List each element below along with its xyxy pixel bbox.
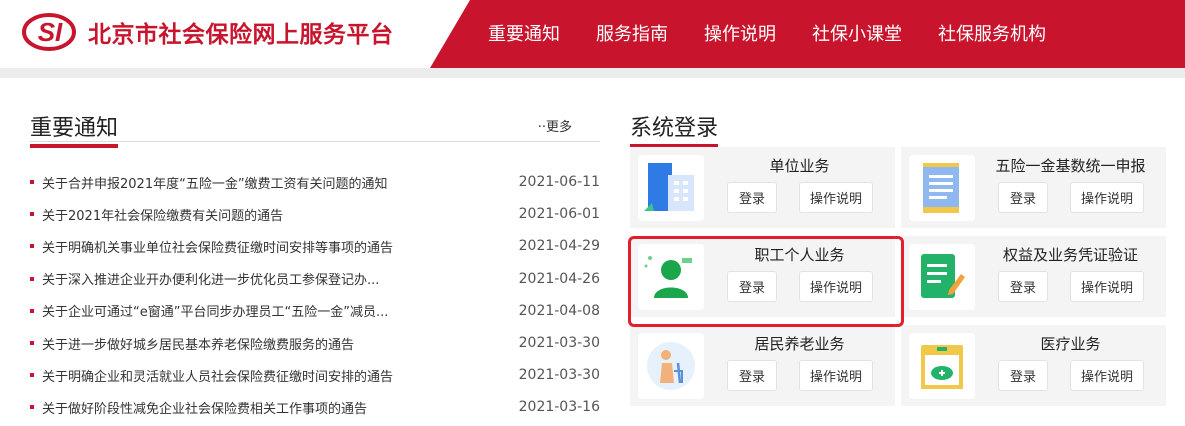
elderly-icon <box>638 333 704 399</box>
login-button[interactable]: 登录 <box>727 182 777 213</box>
bullet-icon <box>30 373 34 378</box>
medical-icon <box>909 333 975 399</box>
operation-guide-button[interactable]: 操作说明 <box>1070 271 1144 302</box>
card-medical-business: 医疗业务 登录 操作说明 <box>901 325 1166 406</box>
card-unit-business: 单位业务 登录 操作说明 <box>630 147 895 228</box>
notice-title[interactable]: 关于进一步做好城乡居民基本养老保险缴费服务的通告 <box>42 334 482 353</box>
bullet-icon <box>30 180 34 185</box>
bullet-icon <box>30 244 34 249</box>
main-nav: 重要通知 服务指南 操作说明 社保小课堂 社保服务机构 <box>488 20 1082 46</box>
notice-date: 2021-04-08 <box>518 302 600 319</box>
nav-service-agencies[interactable]: 社保服务机构 <box>938 20 1046 46</box>
nav-operation-guide[interactable]: 操作说明 <box>704 20 776 46</box>
bullet-icon <box>30 405 34 410</box>
nav-important-notices[interactable]: 重要通知 <box>488 20 560 46</box>
verify-icon <box>909 244 975 310</box>
notice-item[interactable]: 关于明确机关事业单位社会保险费征缴时间安排等事项的通告 2021-04-29 <box>30 230 600 262</box>
login-panel: 系统登录 单位业务 登录 操作说明 五险一金基数统一申报 登录 操作说明 职工个… <box>630 110 1170 406</box>
notice-item[interactable]: 关于合并申报2021年度“五险一金”缴费工资有关问题的通知 2021-06-11 <box>30 166 600 198</box>
card-title: 权益及业务凭证验证 <box>1002 246 1138 264</box>
card-title: 医疗业务 <box>1040 335 1101 353</box>
notice-list: 关于合并申报2021年度“五险一金”缴费工资有关问题的通知 2021-06-11 … <box>30 166 600 424</box>
notice-item[interactable]: 关于企业可通过“e窗通”平台同步办理员工“五险一金”减员... 2021-04-0… <box>30 295 600 327</box>
notice-item[interactable]: 关于进一步做好城乡居民基本养老保险缴费服务的通告 2021-03-30 <box>30 327 600 359</box>
notice-title[interactable]: 关于企业可通过“e窗通”平台同步办理员工“五险一金”减员... <box>42 301 482 320</box>
operation-guide-button[interactable]: 操作说明 <box>1070 182 1144 213</box>
notice-date: 2021-04-29 <box>518 238 600 255</box>
notice-date: 2021-04-26 <box>518 270 600 287</box>
card-certificate-verification: 权益及业务凭证验证 登录 操作说明 <box>901 236 1166 317</box>
card-unified-declaration: 五险一金基数统一申报 登录 操作说明 <box>901 147 1166 228</box>
site-title: 北京市社会保险网上服务平台 <box>88 22 394 48</box>
login-button[interactable]: 登录 <box>727 271 777 302</box>
notice-title[interactable]: 关于2021年社会保险缴费有关问题的通告 <box>42 205 482 224</box>
bullet-icon <box>30 276 34 281</box>
notice-item[interactable]: 关于深入推进企业开办便利化进一步优化员工参保登记办... 2021-04-26 <box>30 263 600 295</box>
login-button[interactable]: 登录 <box>998 360 1048 391</box>
svg-text:SI: SI <box>38 17 63 47</box>
nav-social-insurance-class[interactable]: 社保小课堂 <box>812 20 902 46</box>
login-title: 系统登录 <box>630 110 719 148</box>
notice-title[interactable]: 关于明确机关事业单位社会保险费征缴时间安排等事项的通告 <box>42 237 482 256</box>
operation-guide-button[interactable]: 操作说明 <box>1070 360 1144 391</box>
notice-date: 2021-03-30 <box>518 367 600 384</box>
document-icon <box>909 155 975 221</box>
card-title: 五险一金基数统一申报 <box>995 157 1146 175</box>
person-icon <box>638 244 704 310</box>
notice-date: 2021-03-16 <box>518 399 600 416</box>
notice-item[interactable]: 关于明确企业和灵活就业人员社会保险费征缴时间安排的通告 2021-03-30 <box>30 359 600 391</box>
notices-divider <box>30 141 600 142</box>
notice-title[interactable]: 关于深入推进企业开办便利化进一步优化员工参保登记办... <box>42 269 482 288</box>
card-title: 居民养老业务 <box>754 335 845 353</box>
notice-date: 2021-03-30 <box>518 335 600 352</box>
building-icon <box>638 155 704 221</box>
notice-item[interactable]: 关于做好阶段性减免企业社会保险费相关工作事项的通告 2021-03-16 <box>30 391 600 423</box>
notice-date: 2021-06-01 <box>518 206 600 223</box>
card-resident-pension: 居民养老业务 登录 操作说明 <box>630 325 895 406</box>
notice-title[interactable]: 关于合并申报2021年度“五险一金”缴费工资有关问题的通知 <box>42 173 482 192</box>
operation-guide-button[interactable]: 操作说明 <box>799 271 873 302</box>
site-header: SI 北京市社会保险网上服务平台 重要通知 服务指南 操作说明 社保小课堂 社保… <box>0 0 1185 68</box>
more-notices-link[interactable]: ··更多 <box>538 116 572 135</box>
login-button[interactable]: 登录 <box>998 182 1048 213</box>
nav-service-guide[interactable]: 服务指南 <box>596 20 668 46</box>
card-employee-business: 职工个人业务 登录 操作说明 <box>630 236 895 317</box>
login-button[interactable]: 登录 <box>998 271 1048 302</box>
notice-title[interactable]: 关于做好阶段性减免企业社会保险费相关工作事项的通告 <box>42 398 482 417</box>
bullet-icon <box>30 341 34 346</box>
operation-guide-button[interactable]: 操作说明 <box>799 182 873 213</box>
card-title: 单位业务 <box>769 157 830 175</box>
notice-title[interactable]: 关于明确企业和灵活就业人员社会保险费征缴时间安排的通告 <box>42 366 482 385</box>
card-title: 职工个人业务 <box>754 246 845 264</box>
bullet-icon <box>30 212 34 217</box>
notice-date: 2021-06-11 <box>518 174 600 191</box>
site-logo[interactable]: SI 北京市社会保险网上服务平台 <box>22 12 394 52</box>
si-logo-icon: SI <box>22 12 80 52</box>
notices-panel: 重要通知 ··更多 关于合并申报2021年度“五险一金”缴费工资有关问题的通知 2… <box>30 110 600 417</box>
notice-item[interactable]: 关于2021年社会保险缴费有关问题的通告 2021-06-01 <box>30 198 600 230</box>
operation-guide-button[interactable]: 操作说明 <box>799 360 873 391</box>
login-button[interactable]: 登录 <box>727 360 777 391</box>
header-divider-bar <box>0 68 1185 78</box>
bullet-icon <box>30 308 34 313</box>
